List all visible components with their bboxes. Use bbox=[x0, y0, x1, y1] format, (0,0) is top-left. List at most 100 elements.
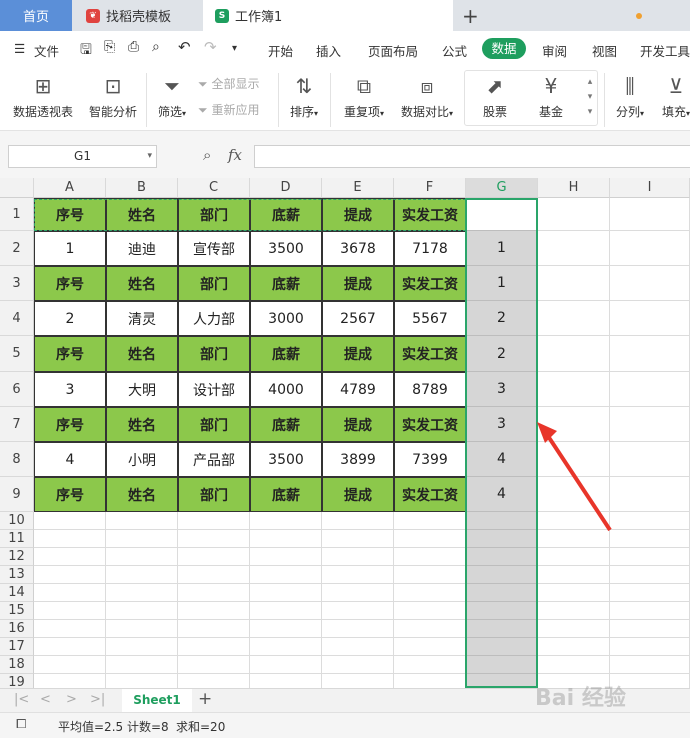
filter-label: 筛选 bbox=[157, 105, 182, 119]
smart-analysis-icon: ⊡ bbox=[104, 74, 122, 98]
divider bbox=[330, 73, 331, 127]
unsaved-dot-icon bbox=[636, 13, 642, 19]
show-all-icon: ⏷ bbox=[198, 77, 208, 91]
menu-insert[interactable]: 插入 bbox=[316, 41, 341, 60]
smart-analysis-label: 智能分析 bbox=[88, 105, 137, 119]
export-pdf-icon[interactable]: ⎘ bbox=[104, 39, 115, 55]
tab-template[interactable]: ❦ 找稻壳模板 bbox=[72, 0, 202, 31]
menu-home[interactable]: 开始 bbox=[268, 41, 293, 60]
filter-button[interactable]: ⏷ 筛选▾ bbox=[152, 73, 192, 120]
formula-input[interactable] bbox=[254, 145, 690, 168]
watermark-logo: Bai 经验 bbox=[535, 680, 626, 712]
stock-chart-icon: ⬈ bbox=[486, 74, 504, 98]
duplicates-label: 重复项 bbox=[343, 105, 380, 119]
split-column-icon: ⫼ bbox=[625, 74, 635, 98]
formula-bar: G1 ▾ ⌕ fx bbox=[0, 131, 690, 178]
reapply-button[interactable]: ⏷ 重新应用 bbox=[198, 101, 272, 118]
undo-icon[interactable]: ↶ bbox=[178, 38, 191, 56]
watermark-text: Bai 经验 bbox=[535, 686, 626, 711]
fill-dropdown-icon: ▾ bbox=[686, 109, 690, 118]
stock-button[interactable]: ⬈ 股票 bbox=[472, 73, 518, 120]
annotation-arrow bbox=[537, 422, 612, 532]
menu-data[interactable]: 数据 bbox=[482, 38, 526, 59]
fund-button[interactable]: ¥ 基金 bbox=[528, 73, 574, 120]
duplicates-dropdown-icon: ▾ bbox=[380, 109, 385, 118]
print-preview-icon[interactable]: ⌕ bbox=[152, 39, 160, 55]
arrow-head bbox=[537, 422, 557, 443]
duplicates-button[interactable]: ⧉ 重复项▾ bbox=[338, 73, 390, 120]
divider bbox=[278, 73, 279, 127]
menu-formula[interactable]: 公式 bbox=[442, 41, 467, 60]
tab-workbook[interactable]: S 工作簿1 bbox=[203, 0, 642, 31]
split-column-button[interactable]: ⫼ 分列▾ bbox=[610, 73, 650, 120]
status-average: 平均值=2.5 bbox=[58, 720, 124, 734]
data-compare-dropdown-icon: ▾ bbox=[449, 109, 454, 118]
stock-label: 股票 bbox=[482, 105, 507, 119]
tab-template-label: 找稻壳模板 bbox=[106, 10, 172, 25]
chevron-down-icon[interactable]: ▾ bbox=[232, 43, 237, 54]
add-sheet-icon[interactable]: + bbox=[198, 689, 212, 709]
smart-analysis-button[interactable]: ⊡ 智能分析 bbox=[84, 73, 142, 120]
tab-bar: 首页 ❦ 找稻壳模板 S 工作簿1 + bbox=[0, 0, 690, 31]
next-sheet-icon[interactable]: > bbox=[66, 692, 77, 707]
fill-button[interactable]: ⊻ 填充▾ bbox=[656, 73, 690, 120]
split-column-label: 分列 bbox=[615, 105, 640, 119]
show-all-button[interactable]: ⏷ 全部显示 bbox=[198, 75, 272, 92]
menu-review[interactable]: 审阅 bbox=[542, 41, 567, 60]
split-column-dropdown-icon: ▾ bbox=[640, 109, 645, 118]
docer-icon: ❦ bbox=[86, 8, 100, 23]
fund-label: 基金 bbox=[538, 105, 563, 119]
sort-label: 排序 bbox=[289, 105, 314, 119]
filter-icon: ⏷ bbox=[164, 74, 180, 98]
sort-icon: ⇅ bbox=[295, 74, 313, 98]
status-sum: 求和=20 bbox=[176, 720, 226, 734]
spreadsheet-icon: S bbox=[215, 8, 229, 23]
duplicates-icon: ⧉ bbox=[356, 74, 372, 98]
menu-view[interactable]: 视图 bbox=[592, 41, 617, 60]
divider bbox=[146, 73, 147, 127]
divider bbox=[604, 73, 605, 127]
name-box-dropdown-icon[interactable]: ▾ bbox=[147, 146, 152, 167]
screen-icon[interactable]: ⧠ bbox=[16, 717, 26, 732]
reapply-label: 重新应用 bbox=[211, 103, 260, 117]
sort-dropdown-icon: ▾ bbox=[314, 109, 319, 118]
menu-file[interactable]: 文件 bbox=[34, 41, 59, 60]
status-bar: ⧠ 平均值=2.5 计数=8 求和=20 bbox=[0, 712, 690, 738]
save-icon[interactable]: 🖫 bbox=[80, 39, 92, 63]
name-box[interactable]: G1 ▾ bbox=[8, 145, 157, 168]
first-sheet-icon[interactable]: |< bbox=[14, 692, 29, 707]
menu-developer[interactable]: 开发工具 bbox=[640, 41, 690, 60]
new-tab-plus-icon[interactable]: + bbox=[462, 4, 479, 28]
pivot-table-label: 数据透视表 bbox=[12, 105, 73, 119]
filter-dropdown-icon: ▾ bbox=[182, 109, 187, 118]
data-compare-icon: ⧈ bbox=[420, 74, 434, 98]
data-compare-button[interactable]: ⧈ 数据对比▾ bbox=[396, 73, 458, 120]
menu-bar: ☰ 文件 🖫 ⎘ ⎙ ⌕ ↶ ↷ ▾ 开始 插入 页面布局 公式 数据 审阅 视… bbox=[0, 31, 690, 67]
ribbon-toolbar: ⊞ 数据透视表 ⊡ 智能分析 ⏷ 筛选▾ ⏷ 全部显示 ⏷ 重新应用 ⇅ 排序▾… bbox=[0, 67, 690, 131]
menu-page-layout[interactable]: 页面布局 bbox=[368, 41, 418, 60]
print-icon[interactable]: ⎙ bbox=[128, 39, 139, 55]
sheet-tab-label: Sheet1 bbox=[133, 693, 181, 707]
arrow-shaft bbox=[542, 428, 612, 532]
name-box-value: G1 bbox=[74, 149, 91, 163]
show-all-label: 全部显示 bbox=[211, 77, 260, 91]
pivot-table-button[interactable]: ⊞ 数据透视表 bbox=[8, 73, 78, 120]
spreadsheet-grid: ABCDEFGHI 1 2 3 4 5 6 7 8 9 10 11 12 13 14 15 16 17 18 19 … bbox=[0, 178, 690, 688]
hamburger-icon[interactable]: ☰ bbox=[14, 41, 25, 56]
prev-sheet-icon[interactable]: < bbox=[40, 692, 51, 707]
zoom-icon[interactable]: ⌕ bbox=[203, 146, 211, 164]
status-count: 计数=8 bbox=[127, 720, 169, 734]
reapply-icon: ⏷ bbox=[198, 103, 208, 117]
yen-icon: ¥ bbox=[544, 74, 558, 98]
redo-icon[interactable]: ↷ bbox=[204, 38, 217, 56]
fill-icon: ⊻ bbox=[668, 74, 684, 98]
gallery-scroll[interactable]: ▴ ▾ ▾ bbox=[584, 75, 596, 120]
fx-icon[interactable]: fx bbox=[228, 146, 242, 164]
sort-button[interactable]: ⇅ 排序▾ bbox=[284, 73, 324, 120]
last-sheet-icon[interactable]: >| bbox=[90, 692, 105, 707]
tab-home-label: 首页 bbox=[22, 10, 49, 25]
sheet-tab-sheet1[interactable]: Sheet1 bbox=[122, 689, 192, 712]
tab-home[interactable]: 首页 bbox=[0, 0, 72, 31]
fill-label: 填充 bbox=[661, 105, 686, 119]
tab-workbook-label: 工作簿1 bbox=[235, 10, 283, 25]
